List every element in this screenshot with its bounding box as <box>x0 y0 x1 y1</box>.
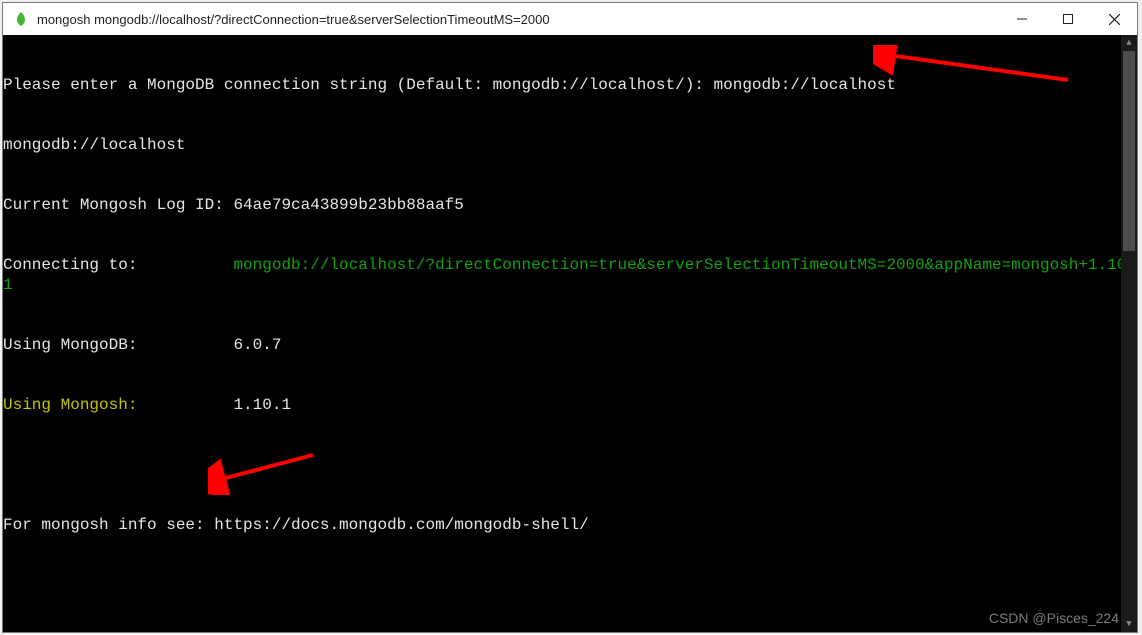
app-icon <box>11 9 31 29</box>
close-button[interactable] <box>1091 3 1137 35</box>
watermark: CSDN @Pisces_224 <box>989 608 1119 628</box>
titlebar[interactable]: mongosh mongodb://localhost/?directConne… <box>3 3 1137 36</box>
using-mongodb-value: 6.0.7 <box>233 336 281 354</box>
scrollbar-thumb[interactable] <box>1123 51 1135 251</box>
window-controls <box>999 3 1137 35</box>
terminal-window: mongosh mongodb://localhost/?directConne… <box>2 2 1138 633</box>
connstring-echo: mongodb://localhost <box>3 136 185 154</box>
using-mongodb-label: Using MongoDB: <box>3 336 137 354</box>
terminal-scrollbar[interactable]: ▲ ▼ <box>1121 35 1137 632</box>
log-id-label: Current Mongosh Log ID: <box>3 196 233 214</box>
log-id-value: 64ae79ca43899b23bb88aaf5 <box>233 196 463 214</box>
mongosh-info-line: For mongosh info see: https://docs.mongo… <box>3 516 589 534</box>
connecting-label: Connecting to: <box>3 256 137 274</box>
minimize-button[interactable] <box>999 3 1045 35</box>
connstring-input: mongodb://localhost <box>714 76 896 94</box>
maximize-button[interactable] <box>1045 3 1091 35</box>
scroll-down-icon[interactable]: ▼ <box>1121 616 1137 632</box>
using-mongosh-value: 1.10.1 <box>233 396 291 414</box>
scroll-up-icon[interactable]: ▲ <box>1121 35 1137 51</box>
terminal-viewport[interactable]: Please enter a MongoDB connection string… <box>3 35 1137 632</box>
using-mongosh-label: Using Mongosh: <box>3 396 137 414</box>
window-title: mongosh mongodb://localhost/?directConne… <box>37 12 999 27</box>
connstring-prompt-label: Please enter a MongoDB connection string… <box>3 76 714 94</box>
